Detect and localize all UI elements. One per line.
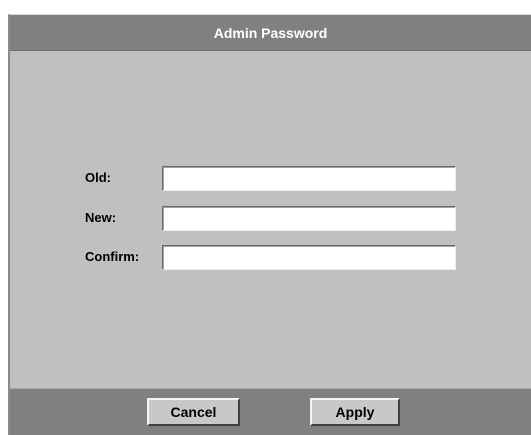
- confirm-password-row: Confirm:: [10, 245, 531, 271]
- old-password-field[interactable]: [162, 166, 456, 191]
- confirm-password-label: Confirm:: [85, 249, 140, 264]
- apply-button[interactable]: Apply: [310, 398, 400, 426]
- dialog-title: Admin Password: [213, 24, 328, 41]
- old-password-row: Old:: [10, 166, 531, 192]
- cancel-button[interactable]: Cancel: [147, 398, 240, 426]
- old-password-label: Old:: [85, 170, 111, 185]
- new-password-row: New:: [10, 206, 531, 232]
- new-password-field[interactable]: [162, 206, 456, 231]
- admin-password-dialog: Admin Password Old: New: Confirm: Cancel…: [8, 14, 531, 435]
- new-password-label: New:: [85, 210, 117, 225]
- dialog-button-bar: Cancel Apply: [10, 388, 531, 435]
- dialog-titlebar: Admin Password: [10, 15, 531, 51]
- confirm-password-field[interactable]: [162, 245, 456, 270]
